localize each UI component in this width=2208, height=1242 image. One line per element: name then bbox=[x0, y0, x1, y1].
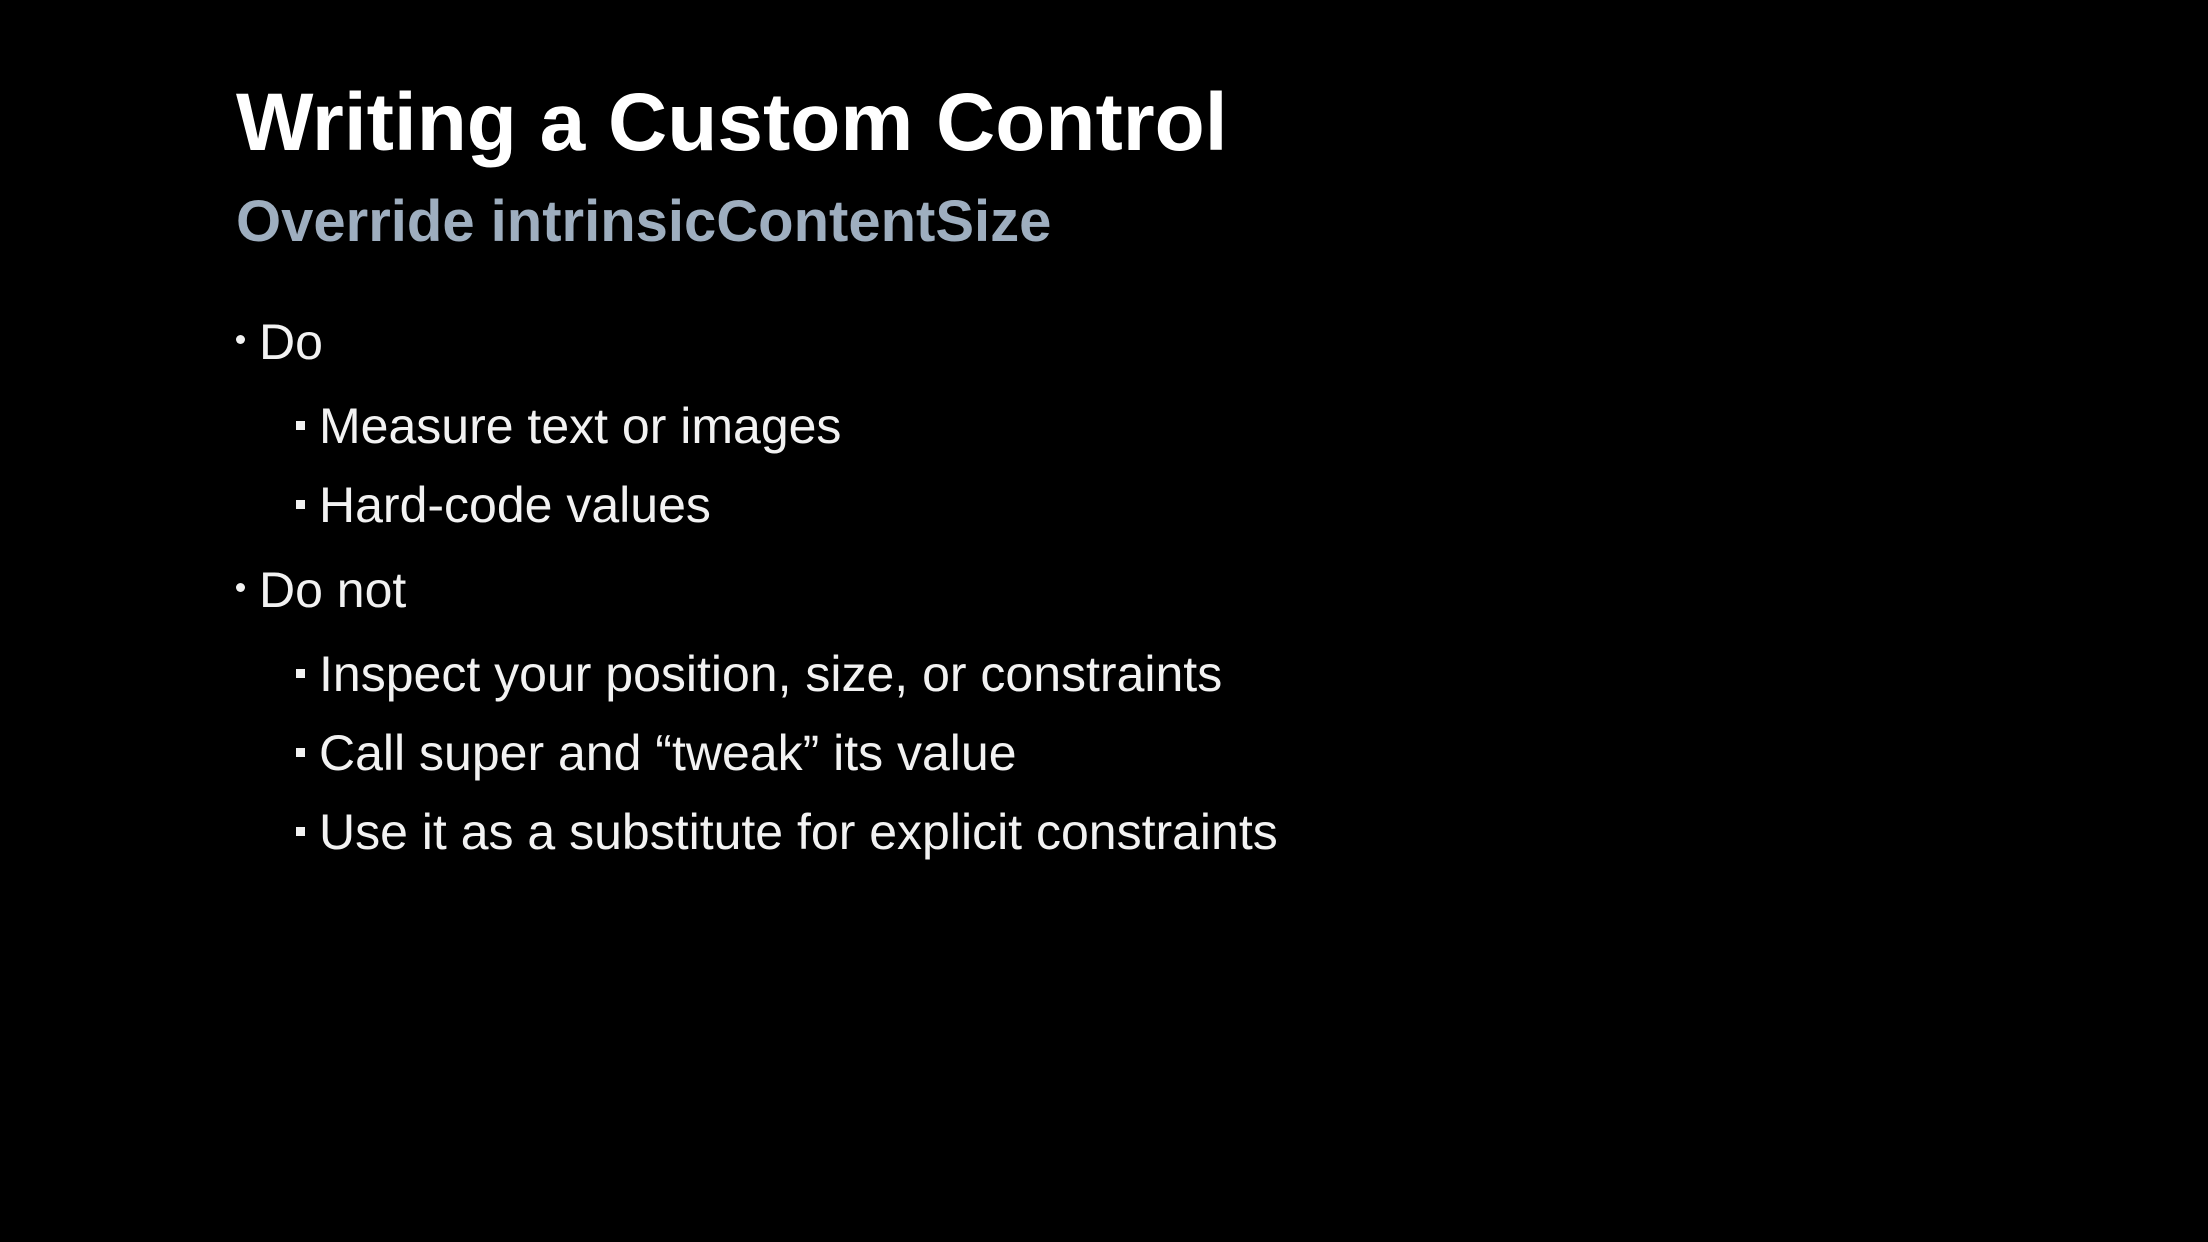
slide-subtitle: Override intrinsicContentSize bbox=[236, 189, 1052, 254]
bullet-square-icon bbox=[296, 421, 305, 431]
bullet-square-icon bbox=[296, 827, 305, 837]
bullet-dot-icon bbox=[236, 335, 245, 345]
sub-bullet-label: Call super and “tweak” its value bbox=[319, 725, 1017, 781]
bullet-square-icon bbox=[296, 500, 305, 510]
bullet-label: Do not bbox=[259, 562, 407, 618]
bullet-do: Do bbox=[236, 312, 323, 372]
bullet-label: Do bbox=[259, 314, 323, 370]
slide-title: Writing a Custom Control bbox=[236, 77, 1228, 168]
bullet-square-icon bbox=[296, 669, 305, 679]
sub-bullet: Inspect your position, size, or constrai… bbox=[296, 644, 1222, 704]
sub-bullet: Call super and “tweak” its value bbox=[296, 723, 1017, 783]
bullet-square-icon bbox=[296, 748, 305, 758]
bullet-do-not: Do not bbox=[236, 560, 406, 620]
sub-bullet: Use it as a substitute for explicit cons… bbox=[296, 802, 1278, 862]
sub-bullet: Measure text or images bbox=[296, 396, 841, 456]
sub-bullet: Hard-code values bbox=[296, 475, 711, 535]
bullet-dot-icon bbox=[236, 583, 245, 593]
sub-bullet-label: Use it as a substitute for explicit cons… bbox=[319, 804, 1278, 860]
sub-bullet-label: Inspect your position, size, or constrai… bbox=[319, 646, 1223, 702]
sub-bullet-label: Hard-code values bbox=[319, 477, 711, 533]
sub-bullet-label: Measure text or images bbox=[319, 398, 842, 454]
slide: Writing a Custom Control Override intrin… bbox=[0, 0, 2208, 1242]
